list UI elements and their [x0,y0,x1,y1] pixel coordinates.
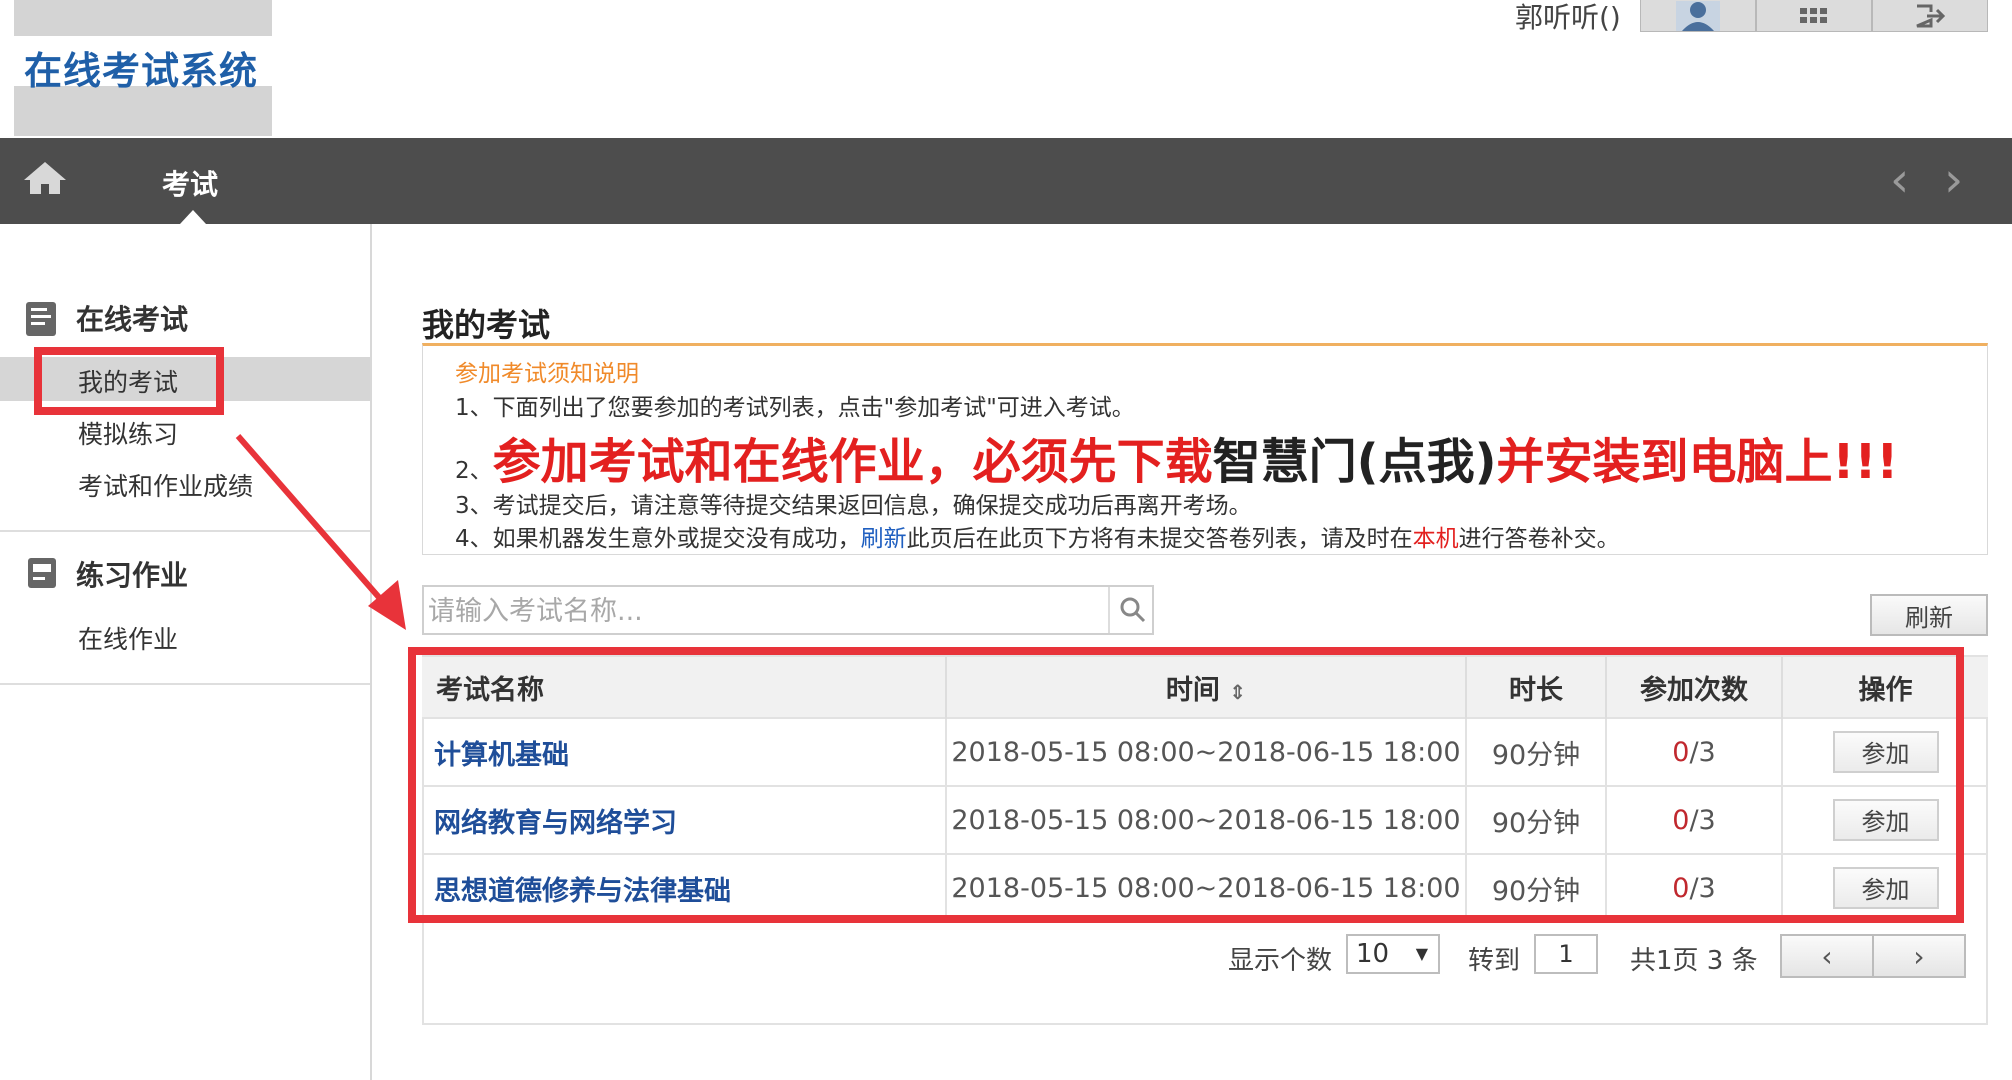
tab-exam[interactable]: 考试 [162,163,218,203]
page-size-value: 10 [1356,939,1390,969]
page-size-select[interactable]: 10 ▼ [1346,934,1440,974]
sidebar-item-scores[interactable]: 考试和作业成绩 [78,467,253,503]
home-button[interactable] [22,160,68,200]
notice-line-4: 4、如果机器发生意外或提交没有成功，刷新此页后在此页下方将有未提交答卷列表，请及… [455,519,1620,553]
logo-strip: 在线考试系统 [14,36,272,93]
sidebar-item-practice[interactable]: 模拟练习 [78,415,178,451]
logo-area: 在线考试系统 [14,0,272,136]
download-link[interactable]: 智慧门(点我) [1213,434,1497,490]
search-button[interactable] [1118,595,1148,629]
goto-page-input[interactable]: 1 [1534,934,1598,974]
nav-next-arrow[interactable]: › [1944,152,1963,208]
search-box [422,585,1154,635]
pager-summary: 共1页 3 条 [1630,946,1758,976]
logout-icon [1916,4,1946,27]
annotation-arrow [235,434,406,630]
notice-line-4-text: 此页后在此页下方将有未提交答卷列表，请及时在 [906,526,1413,552]
notice-install-warning: 并安装到电脑上!!! [1496,434,1899,490]
notice-line-2: 2、参加考试和在线作业，必须先下载智慧门(点我)并安装到电脑上!!! [455,422,1898,492]
notice-heading: 参加考试须知说明 [455,361,639,387]
refresh-link[interactable]: 刷新 [861,526,907,552]
grid-icon [1800,7,1827,23]
highlight-box-table [408,647,1964,923]
nav-prev-arrow[interactable]: ‹ [1890,152,1909,208]
search-icon [1120,597,1146,623]
logo-text: 在线考试系统 [24,49,259,93]
sidebar-section-online-exam[interactable]: 在线考试 [76,298,188,338]
active-tab-pointer [180,210,206,224]
notice-line-2-number: 2、 [455,458,493,484]
notice-download-warning: 参加考试和在线作业，必须先下载 [492,434,1213,490]
apps-button[interactable] [1756,0,1872,32]
chevron-down-icon: ▼ [1415,944,1428,963]
notice-line-1: 1、下面列出了您要参加的考试列表，点击"参加考试"可进入考试。 [455,395,1135,421]
sidebar-item-online-homework[interactable]: 在线作业 [78,620,178,656]
notice-panel: 参加考试须知说明 1、下面列出了您要参加的考试列表，点击"参加考试"可进入考试。… [422,343,1988,555]
refresh-button[interactable]: 刷新 [1870,594,1988,636]
sidebar-section-homework[interactable]: 练习作业 [76,554,188,594]
avatar-icon [1676,0,1720,31]
page-size-label: 显示个数 [1228,946,1333,976]
search-divider [1108,587,1110,633]
goto-label: 转到 [1468,946,1521,976]
homework-icon [26,556,60,594]
page-title: 我的考试 [422,306,551,344]
sidebar-divider [0,683,370,685]
notice-line-4-text: 4、如果机器发生意外或提交没有成功， [455,526,861,552]
avatar-button[interactable] [1640,0,1756,32]
local-machine-text: 本机 [1412,526,1459,552]
next-page-button[interactable]: › [1872,934,1966,978]
exam-list-icon [24,300,60,342]
highlight-box-sidebar [34,347,224,415]
notice-line-3: 3、考试提交后，请注意等待提交结果返回信息，确保提交成功后再离开考场。 [455,493,1252,519]
notice-line-4-text: 进行答卷补交。 [1458,526,1620,552]
top-navbar [0,138,2012,224]
prev-page-button[interactable]: ‹ [1780,934,1874,978]
user-name[interactable]: 郭听听() [1515,0,1621,36]
home-icon [24,162,66,194]
search-input[interactable] [424,587,1110,635]
logout-button[interactable] [1872,0,1988,32]
